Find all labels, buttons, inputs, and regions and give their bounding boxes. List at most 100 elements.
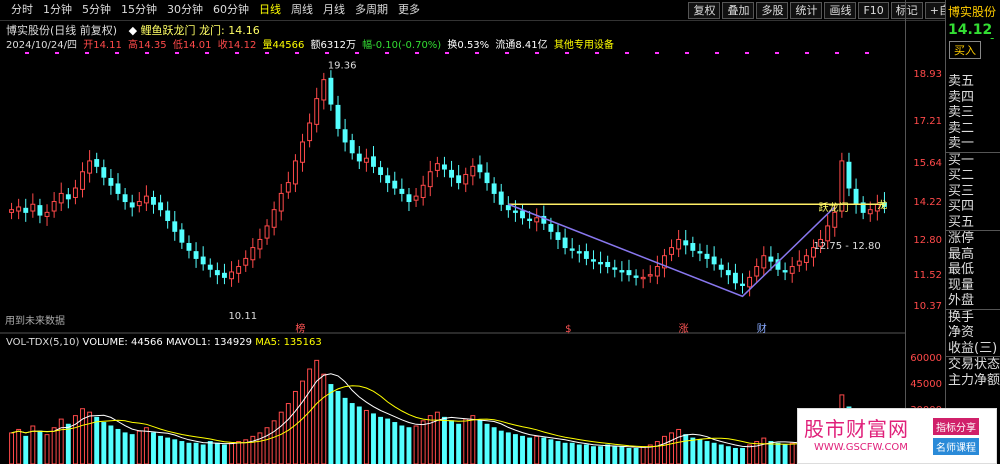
period-tab[interactable]: 分时 bbox=[6, 3, 38, 17]
signal-dot bbox=[25, 52, 29, 54]
volume-bar bbox=[725, 446, 731, 464]
volume-bar bbox=[392, 422, 398, 464]
period-tab[interactable]: 月线 bbox=[318, 3, 350, 17]
toolbar-button[interactable]: 复权 bbox=[688, 2, 721, 19]
volume-bar bbox=[605, 444, 611, 464]
period-tab[interactable]: 1分钟 bbox=[38, 3, 77, 17]
period-tab[interactable]: 更多 bbox=[393, 3, 425, 17]
candle-body bbox=[654, 266, 660, 277]
volume-bar bbox=[704, 441, 710, 464]
quote-row-label: 卖三 bbox=[948, 105, 975, 120]
candle-body bbox=[9, 209, 14, 213]
candle-body bbox=[498, 191, 504, 205]
candle-body bbox=[271, 209, 277, 228]
candle-body bbox=[725, 270, 731, 276]
candle-body bbox=[434, 163, 440, 171]
candle-body bbox=[534, 217, 540, 223]
volume-bar bbox=[23, 435, 29, 464]
candle-body bbox=[583, 251, 589, 259]
volume-bar bbox=[669, 432, 675, 464]
buy-button[interactable]: 买入 bbox=[949, 41, 981, 59]
volume-bar bbox=[633, 447, 639, 464]
candle-body bbox=[236, 266, 242, 274]
period-tab[interactable]: 15分钟 bbox=[116, 3, 162, 17]
volume-bar bbox=[264, 427, 270, 464]
volume-bar bbox=[122, 432, 128, 464]
candle-body bbox=[619, 270, 625, 273]
event-marker: $ bbox=[565, 324, 571, 335]
volume-bar bbox=[690, 437, 696, 464]
volume-bar bbox=[548, 439, 554, 464]
price-tick-label: 17.21 bbox=[913, 115, 942, 127]
volume-bar bbox=[470, 415, 476, 464]
toolbar-button[interactable]: 多股 bbox=[756, 2, 789, 19]
period-tab[interactable]: 多周期 bbox=[350, 3, 393, 17]
volume-bar bbox=[583, 444, 589, 464]
signal-dot bbox=[175, 52, 179, 54]
candle-body bbox=[30, 203, 36, 212]
candle-body bbox=[640, 276, 646, 280]
toolbar-button[interactable]: 叠加 bbox=[722, 2, 755, 19]
quote-row-label: 主力净额 bbox=[948, 372, 1000, 388]
period-tab[interactable]: 5分钟 bbox=[77, 3, 116, 17]
toolbar-button[interactable]: F10 bbox=[858, 2, 889, 19]
candle-body bbox=[768, 256, 774, 262]
volume-bar bbox=[463, 418, 469, 464]
volume-bar bbox=[342, 397, 348, 464]
period-tab[interactable]: 30分钟 bbox=[162, 3, 208, 17]
candle-body bbox=[278, 192, 284, 212]
event-marker: 榜 bbox=[295, 322, 305, 335]
volume-tick-label: 45000 bbox=[910, 379, 942, 391]
volume-bar bbox=[456, 423, 462, 464]
volume-bar bbox=[271, 420, 277, 464]
candle-body bbox=[172, 221, 178, 232]
price-tick-label: 14.22 bbox=[913, 196, 942, 208]
period-tab[interactable]: 60分钟 bbox=[208, 3, 254, 17]
toolbar-button[interactable]: 画线 bbox=[824, 2, 857, 19]
period-tab[interactable]: 日线 bbox=[254, 3, 286, 17]
period-tab[interactable]: 周线 bbox=[286, 3, 318, 17]
candle-body bbox=[37, 205, 43, 216]
volume-bar bbox=[789, 442, 795, 464]
candle-body bbox=[207, 264, 213, 270]
candle-body bbox=[321, 79, 327, 101]
candle-body bbox=[562, 237, 568, 249]
price-tick-label: 18.93 bbox=[913, 69, 942, 81]
signal-dot bbox=[685, 52, 689, 54]
volume-bar bbox=[186, 442, 192, 464]
range-label: 12.75 - 12.80 bbox=[813, 241, 880, 252]
candle-body bbox=[307, 122, 313, 142]
vol-ma5: MA5: 135163 bbox=[255, 337, 322, 348]
candle-body bbox=[442, 164, 447, 170]
candle-body bbox=[484, 172, 490, 184]
candle-body bbox=[406, 194, 412, 203]
volume-ma-line bbox=[11, 373, 885, 448]
signal-dot bbox=[205, 52, 209, 54]
toolbar-button[interactable]: 统计 bbox=[790, 2, 823, 19]
kline-chart[interactable]: 19.36 10.11 12.75 - 12.80 跃龙门 龙榜 $ 涨 财 bbox=[0, 50, 905, 464]
volume-bar bbox=[654, 441, 660, 464]
volume-bar bbox=[775, 442, 781, 464]
volume-bar bbox=[413, 425, 419, 464]
volume-bar bbox=[108, 425, 114, 464]
volume-bar bbox=[385, 418, 391, 464]
volume-bar bbox=[782, 444, 788, 464]
candle-body bbox=[747, 276, 753, 288]
watermark-tag-share[interactable]: 指标分享 bbox=[933, 418, 979, 435]
candle-body bbox=[51, 201, 57, 212]
candle-body bbox=[676, 238, 682, 250]
volume-bar bbox=[292, 390, 298, 464]
quote-row-label: 外盘 bbox=[948, 293, 975, 308]
candle-body bbox=[285, 182, 291, 193]
candle-body bbox=[94, 159, 100, 167]
watermark-tag-course[interactable]: 名师课程 bbox=[933, 438, 979, 455]
volume-bar bbox=[278, 411, 284, 464]
signal-dot bbox=[565, 52, 569, 54]
volume-bar bbox=[740, 447, 745, 464]
price-axis: 18.93 17.21 15.64 14.22 12.80 11.52 10.37 60000… bbox=[905, 0, 946, 464]
watermark-url: WWW.GSCFW.COM bbox=[814, 442, 908, 453]
period-tabs: 分时 1分钟 5分钟 15分钟 30分钟 60分钟 日线 周线 月线 多周期 更多 bbox=[6, 3, 425, 17]
candle-body bbox=[711, 256, 717, 265]
quote-row-label: 买五 bbox=[948, 214, 975, 230]
volume-bar bbox=[321, 373, 327, 464]
